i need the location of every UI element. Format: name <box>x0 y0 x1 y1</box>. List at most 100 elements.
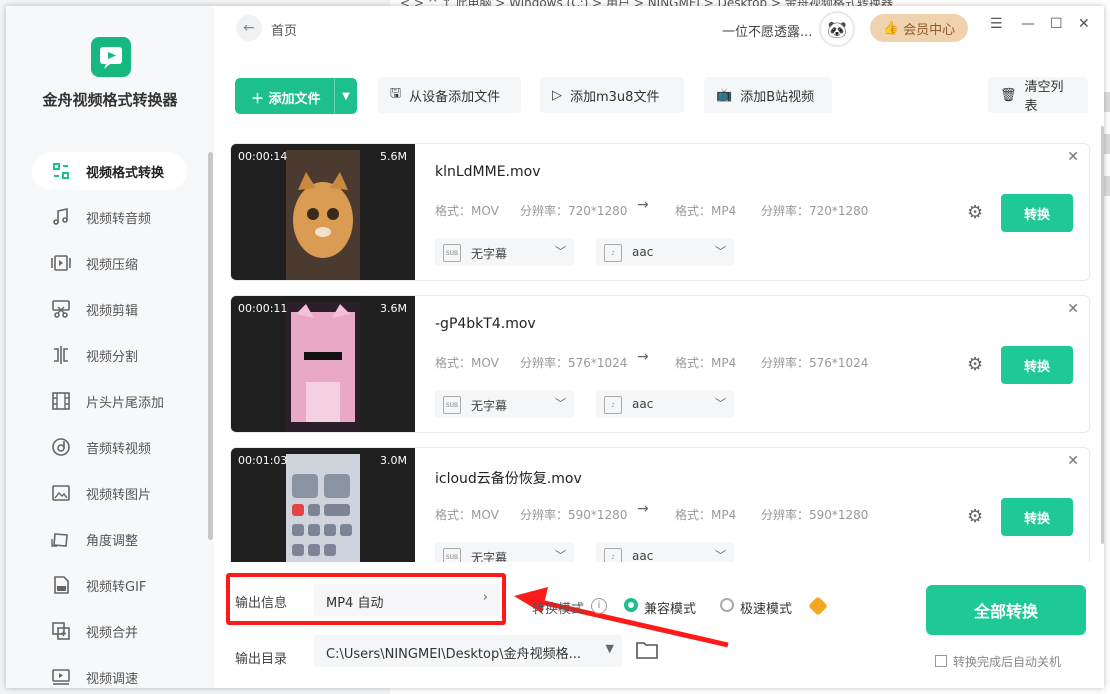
output-format: 格式：MP4 <box>675 356 737 370</box>
output-dir-select[interactable]: C:\Users\NINGMEI\Desktop\金舟视频格... ▼ <box>314 635 622 667</box>
add-from-device-button[interactable]: 🖫 从设备添加文件 <box>378 77 521 113</box>
play-box-icon: ▷ <box>552 87 562 103</box>
output-resolution: 分辨率：720*1280 <box>761 204 869 218</box>
arrow-left-icon: ← <box>243 20 255 36</box>
sidebar-item-label: 片头片尾添加 <box>86 395 165 411</box>
maximize-icon[interactable]: ☐ <box>1050 16 1063 32</box>
settings-gear-icon[interactable]: ⚙ <box>967 354 987 375</box>
auto-shutdown-checkbox[interactable] <box>935 655 947 667</box>
sidebar-item-edit[interactable]: 视频剪辑 <box>32 286 202 332</box>
convert-button[interactable]: 转换 <box>1001 346 1073 384</box>
sidebar-item-merge[interactable]: 视频合并 <box>32 608 202 654</box>
list-scrollbar[interactable] <box>1101 126 1104 544</box>
subtitle-icon: SUB <box>443 244 461 262</box>
breadcrumb: 首页 <box>271 24 298 39</box>
music-icon <box>50 206 72 228</box>
sidebar-item-format-convert[interactable]: 视频格式转换 <box>32 152 187 190</box>
subtitle-value: 无字幕 <box>471 399 508 413</box>
sidebar-scrollbar[interactable] <box>208 152 213 540</box>
settings-gear-icon[interactable]: ⚙ <box>967 202 987 223</box>
image-icon <box>50 482 72 504</box>
sidebar-item-speed[interactable]: 视频调速 <box>32 654 202 688</box>
speed-icon <box>50 666 72 688</box>
add-file-dropdown[interactable]: ▼ <box>334 78 357 114</box>
highlight-box <box>226 573 506 625</box>
sidebar-item-gif[interactable]: 视频转GIF <box>32 562 202 608</box>
sidebar-item-label: 视频转GIF <box>86 579 147 595</box>
audio-select[interactable]: ♪ aac ﹀ <box>596 390 734 418</box>
audio-icon: ♪ <box>604 244 622 262</box>
output-dir-label: 输出目录 <box>235 652 288 667</box>
sidebar-item-video-to-image[interactable]: 视频转图片 <box>32 470 202 516</box>
split-icon <box>50 344 72 366</box>
fast-mode-radio[interactable] <box>720 598 734 612</box>
file-size: 3.0M <box>380 454 407 467</box>
remove-file-icon[interactable]: ✕ <box>1067 301 1079 317</box>
app-logo <box>91 37 131 77</box>
chevron-down-icon: ﹀ <box>715 245 726 258</box>
fast-mode-label[interactable]: 极速模式 <box>740 598 792 617</box>
auto-shutdown-label[interactable]: 转换完成后自动关机 <box>953 653 1061 670</box>
compat-mode-label[interactable]: 兼容模式 <box>644 598 696 617</box>
sidebar-item-label: 视频调速 <box>86 671 139 687</box>
video-thumbnail[interactable]: 00:00:11 3.6M <box>231 296 415 432</box>
trash-icon: 🗑 <box>1000 87 1017 103</box>
arrow-right-icon: → <box>637 501 649 517</box>
add-m3u8-button[interactable]: ▷ 添加m3u8文件 <box>540 77 684 113</box>
chevron-down-icon: ﹀ <box>555 549 566 562</box>
sidebar-item-split[interactable]: 视频分割 <box>32 332 202 378</box>
convert-button[interactable]: 转换 <box>1001 194 1073 232</box>
file-card: 00:00:11 3.6M -gP4bkT4.mov 格式：MOV 分辨率：57… <box>230 295 1090 433</box>
input-format: 格式：MOV <box>435 356 499 370</box>
sidebar-item-intro-outro[interactable]: 片头片尾添加 <box>32 378 202 424</box>
main-area: ← 首页 一位不愿透露... 🐼 👍 会员中心 ☰ — ☐ ✕ ＋ 添加文件 ▼ … <box>214 6 1104 688</box>
compress-icon <box>50 252 72 274</box>
file-card: 00:00:14 5.6M klnLdMME.mov 格式：MOV 分辨率：72… <box>230 143 1090 281</box>
avatar[interactable]: 🐼 <box>819 11 855 47</box>
back-button[interactable]: ← <box>236 15 262 41</box>
sidebar-item-audio-to-video[interactable]: 音频转视频 <box>32 424 202 470</box>
sidebar-item-label: 视频分割 <box>86 349 139 365</box>
output-resolution: 分辨率：590*1280 <box>761 508 869 522</box>
cat-thumbnail-image <box>286 150 360 280</box>
sidebar-item-label: 视频合并 <box>86 625 139 641</box>
output-format: 格式：MP4 <box>675 508 737 522</box>
vip-center-button[interactable]: 👍 会员中心 <box>870 14 968 42</box>
sidebar-item-rotate[interactable]: 角度调整 <box>32 516 202 562</box>
audio-value: aac <box>632 549 654 563</box>
remove-file-icon[interactable]: ✕ <box>1067 149 1079 165</box>
sidebar-item-video-to-audio[interactable]: 视频转音频 <box>32 194 202 240</box>
add-file-label: 添加文件 <box>268 92 321 107</box>
clear-list-button[interactable]: 🗑 清空列表 <box>988 77 1088 114</box>
username[interactable]: 一位不愿透露... <box>722 21 812 40</box>
input-resolution: 分辨率：576*1024 <box>520 356 628 370</box>
file-name: klnLdMME.mov <box>435 164 541 180</box>
add-file-button[interactable]: ＋ 添加文件 ▼ <box>235 78 357 114</box>
compat-mode-radio[interactable] <box>624 598 638 612</box>
chevron-down-icon: ﹀ <box>715 549 726 562</box>
audio-icon: ♪ <box>604 396 622 414</box>
subtitle-select[interactable]: SUB 无字幕 ﹀ <box>435 390 574 418</box>
menu-icon[interactable]: ☰ <box>990 16 1003 32</box>
input-format: 格式：MOV <box>435 204 499 218</box>
remove-file-icon[interactable]: ✕ <box>1067 453 1079 469</box>
add-bili-label: 添加B站视频 <box>740 89 815 105</box>
settings-gear-icon[interactable]: ⚙ <box>967 506 987 527</box>
convert-button[interactable]: 转换 <box>1001 498 1073 536</box>
audio-select[interactable]: ♪ aac ﹀ <box>596 238 734 266</box>
audio-value: aac <box>632 245 654 259</box>
info-icon[interactable]: i <box>591 598 607 614</box>
video-thumbnail[interactable]: 00:00:14 5.6M <box>231 144 415 280</box>
convert-all-button[interactable]: 全部转换 <box>926 585 1086 635</box>
duration: 00:00:11 <box>238 302 288 315</box>
chevron-down-icon: ﹀ <box>555 397 566 410</box>
vip-badge-icon <box>808 596 828 616</box>
folder-icon[interactable] <box>636 640 658 664</box>
sidebar-item-compress[interactable]: 视频压缩 <box>32 240 202 286</box>
close-window-icon[interactable]: ✕ <box>1078 16 1090 32</box>
add-bilibili-button[interactable]: 📺 添加B站视频 <box>704 77 832 113</box>
rotate-icon <box>50 528 72 550</box>
minimize-icon[interactable]: — <box>1021 16 1035 32</box>
subtitle-select[interactable]: SUB 无字幕 ﹀ <box>435 238 574 266</box>
gif-icon <box>50 574 72 596</box>
